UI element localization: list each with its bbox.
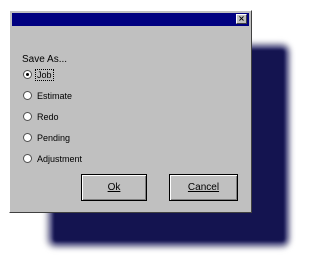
ok-button-label: Ok (107, 182, 121, 193)
radio-unselected-icon[interactable] (23, 112, 32, 121)
radio-label: Job (35, 68, 54, 81)
radio-unselected-icon[interactable] (23, 91, 32, 100)
radio-unselected-icon[interactable] (23, 133, 32, 142)
cancel-button[interactable]: Cancel (169, 174, 238, 201)
ok-button[interactable]: Ok (81, 174, 147, 201)
radio-selected-icon[interactable] (23, 70, 32, 79)
radio-estimate[interactable]: Estimate (23, 89, 73, 102)
cancel-button-label: Cancel (187, 182, 220, 193)
radio-unselected-icon[interactable] (23, 154, 32, 163)
dialog-titlebar[interactable]: × (12, 13, 249, 26)
radio-label: Redo (37, 111, 59, 122)
radio-redo[interactable]: Redo (23, 110, 60, 123)
radio-pending[interactable]: Pending (23, 131, 71, 144)
save-as-caption: Save As... (22, 54, 68, 65)
radio-label: Pending (37, 132, 71, 143)
save-as-dialog: × Save As... Job Estimate Redo Pending A… (9, 10, 252, 213)
radio-adjustment[interactable]: Adjustment (23, 152, 83, 165)
radio-job[interactable]: Job (23, 68, 54, 81)
close-icon[interactable]: × (236, 14, 247, 24)
radio-label: Adjustment (37, 153, 83, 164)
radio-label: Estimate (37, 90, 73, 101)
